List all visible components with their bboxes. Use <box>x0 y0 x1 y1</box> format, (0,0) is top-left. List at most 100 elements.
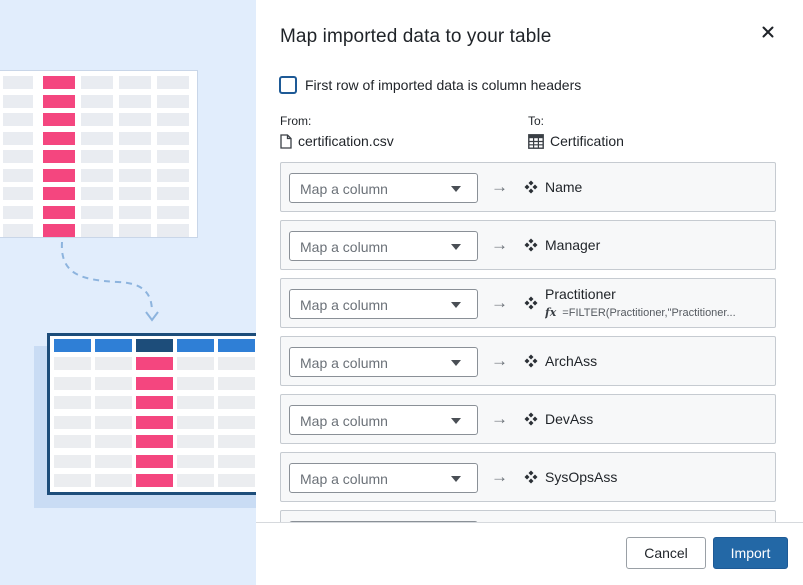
column-select[interactable]: Map a column <box>289 173 478 203</box>
column-select[interactable]: Map a column <box>289 463 478 493</box>
highlighted-destination-cell <box>136 396 173 409</box>
destination-cell <box>54 376 91 390</box>
destination-cell <box>95 376 132 390</box>
column-select-placeholder: Map a column <box>300 181 388 197</box>
field-type-icon <box>524 354 538 368</box>
dialog-title: Map imported data to your table <box>280 26 552 47</box>
mapping-row: Map a column → Practitioner fx =FILTER(P… <box>280 278 776 328</box>
highlighted-destination-cell <box>136 376 173 390</box>
destination-table-illustration <box>47 333 256 495</box>
destination-cell <box>177 474 214 487</box>
table-icon <box>528 133 544 149</box>
target-field-name: DevAss <box>545 411 594 427</box>
mapping-row-partial <box>280 510 776 522</box>
to-section: To: Certification <box>528 114 624 149</box>
destination-cell <box>54 357 91 370</box>
field-type-icon <box>524 412 538 426</box>
destination-cell <box>218 415 255 429</box>
destination-cell <box>95 396 132 409</box>
import-illustration <box>0 0 256 585</box>
destination-cell <box>218 376 255 390</box>
mapping-row: Map a column → DevAss <box>280 394 776 444</box>
destination-cell <box>218 396 255 409</box>
arrow-right-icon: → <box>491 177 508 196</box>
destination-cell <box>218 357 255 370</box>
header-row-checkbox[interactable] <box>279 76 297 94</box>
target-field-name: ArchAss <box>545 353 598 369</box>
caret-down-icon <box>451 360 461 366</box>
destination-cell <box>177 454 214 468</box>
column-select-placeholder: Map a column <box>300 297 388 313</box>
mapping-row: Map a column → Manager <box>280 220 776 270</box>
column-mapping-list[interactable]: Map a column → Name Map a column → Manag… <box>280 162 776 522</box>
formula-icon: fx <box>545 306 557 319</box>
destination-header-cell <box>136 339 173 352</box>
caret-down-icon <box>451 186 461 192</box>
column-select[interactable]: Map a column <box>289 405 478 435</box>
cancel-button[interactable]: Cancel <box>626 537 706 569</box>
header-row-checkbox-label: First row of imported data is column hea… <box>305 77 582 93</box>
mapping-row: Map a column → ArchAss <box>280 336 776 386</box>
destination-header-cell <box>54 339 91 352</box>
field-type-icon <box>524 296 538 310</box>
target-field-name: Practitioner <box>545 286 616 302</box>
caret-down-icon <box>451 476 461 482</box>
target-field-name: SysOpsAss <box>545 469 618 485</box>
import-button[interactable]: Import <box>713 537 788 569</box>
mapping-row: Map a column → Name <box>280 162 776 212</box>
column-select-placeholder: Map a column <box>300 239 388 255</box>
field-type-icon <box>524 470 538 484</box>
arrow-right-icon: → <box>491 351 508 370</box>
target-field-name: Manager <box>545 237 601 253</box>
highlighted-destination-cell <box>136 474 173 487</box>
arrow-right-icon: → <box>491 467 508 486</box>
destination-cell <box>218 435 255 448</box>
arrow-right-icon: → <box>491 293 508 312</box>
column-select-placeholder: Map a column <box>300 413 388 429</box>
close-button[interactable] <box>756 20 780 44</box>
destination-cell <box>54 396 91 409</box>
dialog-footer: Cancel Import <box>256 522 803 585</box>
formula-text: =FILTER(Practitioner,"Practitioner... <box>562 306 736 319</box>
map-import-dialog: Map imported data to your table First ro… <box>256 0 803 585</box>
highlighted-destination-cell <box>136 435 173 448</box>
column-select[interactable]: Map a column <box>289 231 478 261</box>
source-file-name: certification.csv <box>298 133 394 149</box>
destination-cell <box>218 454 255 468</box>
destination-cell <box>95 415 132 429</box>
destination-header-cell <box>177 339 214 352</box>
file-icon <box>280 133 292 149</box>
mapping-row: Map a column → SysOpsAss <box>280 452 776 502</box>
from-section: From: certification.csv <box>280 114 394 149</box>
arrow-right-icon: → <box>491 409 508 428</box>
target-table-name: Certification <box>550 133 624 149</box>
destination-cell <box>177 376 214 390</box>
column-select[interactable]: Map a column <box>289 347 478 377</box>
destination-cell <box>95 454 132 468</box>
highlighted-destination-cell <box>136 415 173 429</box>
destination-cell <box>177 396 214 409</box>
arrow-right-icon: → <box>491 235 508 254</box>
destination-cell <box>95 474 132 487</box>
destination-header-cell <box>95 339 132 352</box>
destination-header-cell <box>218 339 255 352</box>
field-formula: fx =FILTER(Practitioner,"Practitioner... <box>545 306 767 319</box>
destination-cell <box>218 474 255 487</box>
close-icon <box>762 26 774 38</box>
destination-cell <box>177 357 214 370</box>
highlighted-destination-cell <box>136 454 173 468</box>
header-row-option: First row of imported data is column hea… <box>279 76 581 94</box>
column-select[interactable]: Map a column <box>289 289 478 319</box>
destination-cell <box>177 435 214 448</box>
destination-cell <box>95 357 132 370</box>
target-field-name: Name <box>545 179 583 195</box>
caret-down-icon <box>451 418 461 424</box>
destination-cell <box>54 474 91 487</box>
caret-down-icon <box>451 244 461 250</box>
dashed-arrow-illustration <box>60 241 159 322</box>
destination-cell <box>54 435 91 448</box>
field-type-icon <box>524 238 538 252</box>
caret-down-icon <box>451 302 461 308</box>
column-select-placeholder: Map a column <box>300 355 388 371</box>
highlighted-destination-cell <box>136 357 173 370</box>
